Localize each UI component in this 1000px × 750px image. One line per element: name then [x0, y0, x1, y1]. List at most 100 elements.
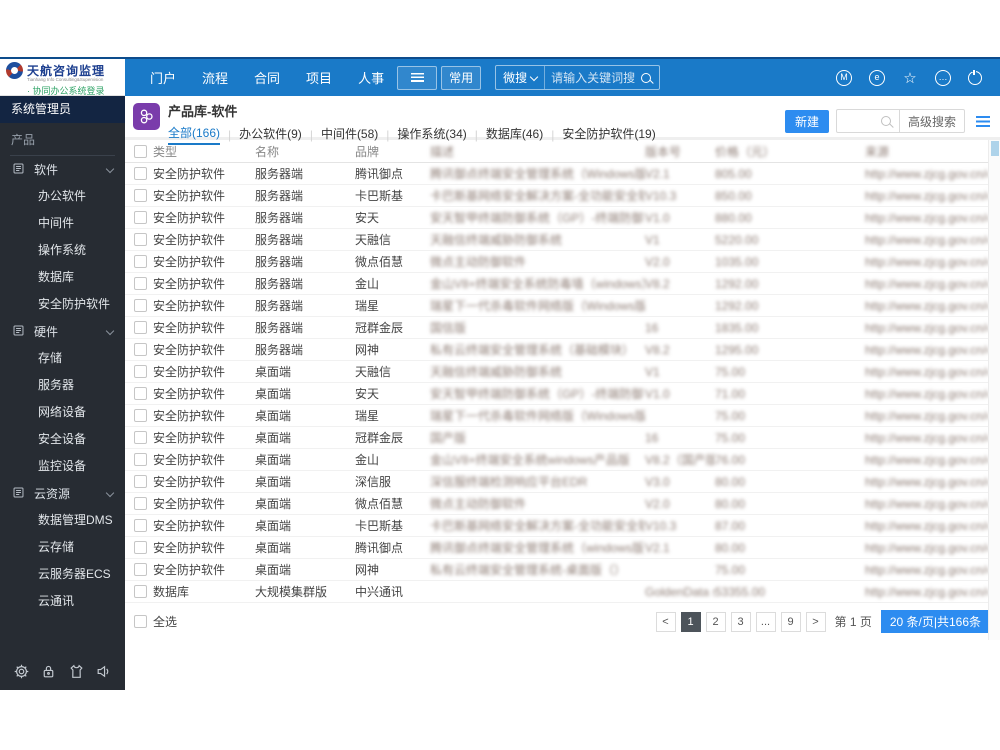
cell-source[interactable]: http://www.zjcg.gov.cn/djg/: [865, 409, 988, 423]
tab-中间件(58)[interactable]: 中间件(58): [321, 125, 378, 144]
tab-安全防护软件(19)[interactable]: 安全防护软件(19): [562, 125, 655, 144]
cell-source[interactable]: http://www.zjcg.gov.cn/djg/: [865, 475, 988, 489]
table-search-input[interactable]: [837, 110, 899, 132]
row-checkbox[interactable]: [134, 167, 147, 180]
cell-source[interactable]: http://www.zjcg.gov.cn/djg/: [865, 167, 988, 181]
sidebar-item-办公软件[interactable]: 办公软件: [0, 183, 125, 210]
sidebar-item-数据管理DMS[interactable]: 数据管理DMS: [0, 507, 125, 534]
page-button-3[interactable]: 3: [730, 611, 751, 632]
table-row: 数据库 大规模集群版 中兴通讯 GoldenData s...53355.00 http…: [125, 581, 988, 603]
row-checkbox[interactable]: [134, 189, 147, 202]
search-input[interactable]: 请输入关键词搜: [545, 69, 641, 86]
sidebar-item-云服务器ECS[interactable]: 云服务器ECS: [0, 561, 125, 588]
cell-source[interactable]: http://www.zjcg.gov.cn/djg/: [865, 497, 988, 511]
cell-source[interactable]: http://www.zjcg.gov.cn/djg/: [865, 211, 988, 225]
tab-数据库(46)[interactable]: 数据库(46): [486, 125, 543, 144]
row-checkbox[interactable]: [134, 365, 147, 378]
advanced-search-button[interactable]: 高级搜索: [898, 110, 964, 132]
list-view-icon[interactable]: [976, 115, 990, 127]
row-checkbox[interactable]: [134, 453, 147, 466]
row-checkbox[interactable]: [134, 541, 147, 554]
sidebar-item-监控设备[interactable]: 监控设备: [0, 453, 125, 480]
row-checkbox[interactable]: [134, 585, 147, 598]
settings-icon[interactable]: [13, 663, 30, 680]
cell-source[interactable]: http://www.zjcg.gov.cn/djg/: [865, 365, 988, 379]
prev-page-button[interactable]: <: [655, 611, 676, 632]
row-checkbox[interactable]: [134, 211, 147, 224]
nav-item-3[interactable]: 项目: [297, 64, 341, 91]
lock-icon[interactable]: [40, 663, 57, 680]
sidebar-item-中间件[interactable]: 中间件: [0, 210, 125, 237]
tab-全部(166)[interactable]: 全部(166): [168, 124, 221, 145]
power-icon[interactable]: [968, 67, 982, 85]
cell-source[interactable]: http://www.zjcg.gov.cn/djg/: [865, 563, 988, 577]
sidebar-item-云通讯[interactable]: 云通讯: [0, 588, 125, 615]
cell-source[interactable]: http://www.zjcg.gov.cn/djg/: [865, 585, 988, 599]
nav-item-4[interactable]: 人事: [349, 64, 393, 91]
next-page-button[interactable]: >: [805, 611, 826, 632]
row-checkbox[interactable]: [134, 233, 147, 246]
tab-操作系统(34)[interactable]: 操作系统(34): [397, 125, 466, 144]
favorite-star-icon[interactable]: ☆: [902, 70, 918, 87]
sidebar-item-安全设备[interactable]: 安全设备: [0, 426, 125, 453]
row-checkbox[interactable]: [134, 387, 147, 400]
sidebar-group-硬件[interactable]: 硬件: [0, 318, 125, 345]
select-all-checkbox[interactable]: [134, 615, 147, 628]
nav-item-2[interactable]: 合同: [245, 64, 289, 91]
cell-source[interactable]: http://www.zjcg.gov.cn/djg/: [865, 519, 988, 533]
row-checkbox[interactable]: [134, 299, 147, 312]
sidebar-group-软件[interactable]: 软件: [0, 156, 125, 183]
nav-pinned-tab[interactable]: 常用: [441, 65, 482, 90]
sidebar-item-网络设备[interactable]: 网络设备: [0, 399, 125, 426]
page-button-9[interactable]: 9: [780, 611, 801, 632]
scrollbar-thumb[interactable]: [990, 141, 999, 156]
m-badge-icon[interactable]: M: [836, 69, 852, 86]
row-checkbox[interactable]: [134, 519, 147, 532]
row-checkbox[interactable]: [134, 431, 147, 444]
nav-menu-button[interactable]: [397, 65, 438, 90]
search-icon[interactable]: [641, 72, 652, 83]
more-options-icon[interactable]: …: [935, 69, 951, 86]
vertical-scrollbar[interactable]: [988, 140, 1000, 640]
cell-source[interactable]: http://www.zjcg.gov.cn/djg/: [865, 387, 988, 401]
page-size-info[interactable]: 20 条/页|共166条: [880, 610, 990, 633]
search-scope-dropdown[interactable]: 微搜: [496, 66, 546, 89]
cell-source[interactable]: http://www.zjcg.gov.cn/djg/: [865, 453, 988, 467]
row-checkbox[interactable]: [134, 563, 147, 576]
cell-source[interactable]: http://www.zjcg.gov.cn/djg/: [865, 189, 988, 203]
row-checkbox[interactable]: [134, 497, 147, 510]
sidebar-group-云资源[interactable]: 云资源: [0, 480, 125, 507]
row-checkbox[interactable]: [134, 321, 147, 334]
cell-source[interactable]: http://www.zjcg.gov.cn/djg/: [865, 299, 988, 313]
sound-icon[interactable]: [95, 663, 112, 680]
sidebar-role-label: 系统管理员: [0, 96, 125, 123]
sidebar-item-服务器[interactable]: 服务器: [0, 372, 125, 399]
page-button-2[interactable]: 2: [705, 611, 726, 632]
sidebar-item-数据库[interactable]: 数据库: [0, 264, 125, 291]
sidebar-item-安全防护软件[interactable]: 安全防护软件: [0, 291, 125, 318]
cell-source[interactable]: http://www.zjcg.gov.cn/djg/: [865, 233, 988, 247]
page-button-1[interactable]: 1: [680, 611, 701, 632]
sidebar-item-云存储[interactable]: 云存储: [0, 534, 125, 561]
message-icon[interactable]: e: [869, 69, 885, 86]
tab-办公软件(9)[interactable]: 办公软件(9): [239, 125, 302, 144]
row-checkbox[interactable]: [134, 475, 147, 488]
row-checkbox[interactable]: [134, 277, 147, 290]
row-checkbox[interactable]: [134, 343, 147, 356]
sidebar-item-存储[interactable]: 存储: [0, 345, 125, 372]
row-checkbox[interactable]: [134, 409, 147, 422]
nav-item-0[interactable]: 门户: [141, 64, 185, 91]
page-button-...[interactable]: ...: [755, 611, 776, 632]
cell-source[interactable]: http://www.zjcg.gov.cn/djg/: [865, 541, 988, 555]
cell-source[interactable]: http://www.zjcg.gov.cn/djg/: [865, 321, 988, 335]
nav-item-1[interactable]: 流程: [193, 64, 237, 91]
cell-source[interactable]: http://www.zjcg.gov.cn/djg/: [865, 431, 988, 445]
cell-source[interactable]: http://www.zjcg.gov.cn/djg/: [865, 255, 988, 269]
cell-source[interactable]: http://www.zjcg.gov.cn/djg/: [865, 343, 988, 357]
sidebar-item-操作系统[interactable]: 操作系统: [0, 237, 125, 264]
theme-icon[interactable]: [68, 663, 85, 680]
new-button[interactable]: 新建: [784, 109, 829, 133]
cell-source[interactable]: http://www.zjcg.gov.cn/djg/: [865, 277, 988, 291]
header-checkbox[interactable]: [134, 144, 147, 158]
row-checkbox[interactable]: [134, 255, 147, 268]
